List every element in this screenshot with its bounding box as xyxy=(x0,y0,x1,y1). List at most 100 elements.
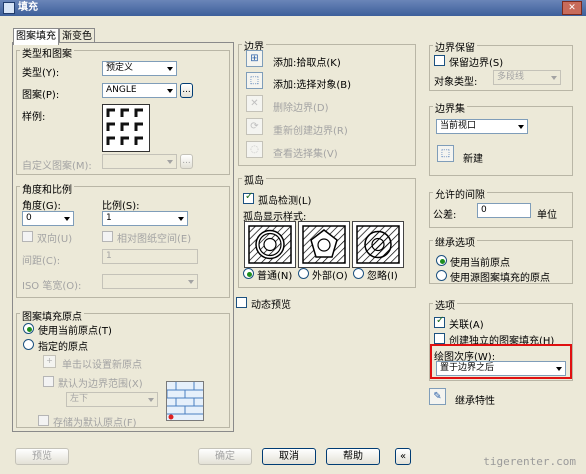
chevron-down-icon xyxy=(148,398,154,402)
angle-value: 0 xyxy=(26,213,32,223)
chevron-down-icon xyxy=(551,76,557,80)
recreate-boundary-button[interactable]: 重新创建边界(R) xyxy=(273,122,348,137)
use-current-origin-radio[interactable] xyxy=(23,323,34,334)
title-bar: 填充 ✕ xyxy=(0,0,586,16)
island-detection-checkbox[interactable] xyxy=(243,191,254,204)
custom-pattern-select[interactable] xyxy=(102,154,177,169)
relative-paper-checkbox[interactable] xyxy=(102,231,113,242)
tab-hatch[interactable]: 图案填充 xyxy=(13,28,59,45)
origin-position-select[interactable]: 左下 xyxy=(66,392,158,407)
dynamic-preview-label: 动态预览 xyxy=(251,300,291,311)
remove-boundaries-icon[interactable]: ✕ xyxy=(246,95,263,112)
specified-origin-label: 指定的原点 xyxy=(38,342,88,353)
gap-tolerance-title: 允许的间隙 xyxy=(433,186,487,201)
retain-boundaries-label: 保留边界(S) xyxy=(449,58,504,69)
view-selection-button[interactable]: 查看选择集(V) xyxy=(273,145,338,160)
add-select-objects-button[interactable]: 添加:选择对象(B) xyxy=(273,76,351,91)
island-outer-icon xyxy=(302,225,346,264)
window-title: 填充 xyxy=(18,2,38,13)
chevron-down-icon xyxy=(64,217,70,221)
boundary-set-value: 当前视口 xyxy=(440,121,477,131)
custom-pattern-label: 自定义图案(M): xyxy=(22,161,92,172)
custom-browse-button[interactable]: ... xyxy=(180,154,193,169)
select-objects-icon[interactable]: ⬚ xyxy=(246,72,263,89)
island-ignore-radio[interactable] xyxy=(353,268,364,279)
specified-origin-radio[interactable] xyxy=(23,339,34,350)
click-set-origin-label: 单击以设置新原点 xyxy=(62,360,142,371)
double-checkbox[interactable] xyxy=(22,231,33,242)
inherit-properties-icon[interactable]: ✎ xyxy=(429,388,446,405)
view-selection-icon[interactable]: ◌ xyxy=(246,141,263,158)
pattern-label: 图案(P): xyxy=(22,90,60,101)
island-ignore-preview[interactable] xyxy=(352,221,404,268)
cancel-button[interactable]: 取消 xyxy=(262,448,316,465)
island-outer-preview[interactable] xyxy=(298,221,350,268)
scale-value: 1 xyxy=(106,213,112,223)
brick-pattern-icon xyxy=(166,382,203,420)
boundary-set-select[interactable]: 当前视口 xyxy=(436,119,528,134)
type-select[interactable]: 预定义 xyxy=(102,61,177,76)
new-boundary-set-icon[interactable]: ⬚ xyxy=(437,145,454,162)
watermark: tigerenter.com xyxy=(483,455,576,468)
sample-label: 样例: xyxy=(22,112,46,123)
relative-paper-label: 相对图纸空间(E) xyxy=(117,234,192,245)
close-button[interactable]: ✕ xyxy=(562,1,582,15)
chevron-down-icon xyxy=(518,125,524,129)
store-default-checkbox[interactable] xyxy=(38,415,49,426)
scale-select[interactable]: 1 xyxy=(102,211,188,226)
boundary-set-title: 边界集 xyxy=(433,100,467,115)
island-normal-icon xyxy=(248,225,292,264)
inherit-properties-button[interactable]: 继承特性 xyxy=(455,392,495,407)
object-type-label: 对象类型: xyxy=(434,77,478,88)
remove-boundaries-button[interactable]: 删除边界(D) xyxy=(273,99,329,114)
crosshair-icon[interactable]: + xyxy=(43,355,56,368)
islands-title: 孤岛 xyxy=(242,172,266,187)
origin-position-value: 左下 xyxy=(70,394,89,404)
chevron-down-icon xyxy=(167,89,173,93)
angle-pattern-icon xyxy=(106,108,143,145)
type-value: 预定义 xyxy=(106,63,134,73)
pattern-select[interactable]: ANGLE xyxy=(102,83,177,98)
boundary-set-group xyxy=(429,106,573,176)
ok-button[interactable]: 确定 xyxy=(198,448,252,465)
use-current-origin-label: 使用当前原点(T) xyxy=(38,326,112,337)
retain-boundaries-checkbox[interactable] xyxy=(434,55,445,66)
angle-label: 角度(G): xyxy=(22,201,61,212)
associative-checkbox[interactable] xyxy=(434,315,445,328)
spacing-input[interactable]: 1 xyxy=(102,249,198,264)
new-boundary-set-button[interactable]: 新建 xyxy=(463,150,483,165)
help-button[interactable]: 帮助 xyxy=(326,448,380,465)
tolerance-input[interactable]: 0 xyxy=(477,203,531,218)
separate-hatches-checkbox[interactable] xyxy=(434,333,445,344)
collapse-button[interactable]: « xyxy=(395,448,411,465)
inherit-current-origin-radio[interactable] xyxy=(436,255,447,266)
island-normal-label: 普通(N) xyxy=(257,271,293,282)
associative-label: 关联(A) xyxy=(449,320,484,331)
island-detection-label: 孤岛检测(L) xyxy=(258,196,312,207)
angle-select[interactable]: 0 xyxy=(22,211,74,226)
pattern-sample[interactable] xyxy=(102,104,150,152)
preview-button[interactable]: 预览 xyxy=(15,448,69,465)
default-boundary-checkbox[interactable] xyxy=(43,376,54,387)
dynamic-preview-checkbox[interactable] xyxy=(236,297,247,308)
object-type-select[interactable]: 多段线 xyxy=(493,70,561,85)
type-pattern-title: 类型和图案 xyxy=(20,45,74,60)
island-normal-radio[interactable] xyxy=(243,268,254,279)
double-label: 双向(U) xyxy=(37,234,73,245)
add-pick-points-button[interactable]: 添加:拾取点(K) xyxy=(273,54,341,69)
chevron-down-icon xyxy=(178,217,184,221)
recreate-boundary-icon[interactable]: ⟳ xyxy=(246,118,263,135)
pick-points-icon[interactable]: ⊞ xyxy=(246,50,263,67)
app-icon xyxy=(3,2,15,14)
default-boundary-label: 默认为边界范围(X) xyxy=(58,379,143,390)
inherit-options-title: 继承选项 xyxy=(433,234,477,249)
inherit-source-origin-radio[interactable] xyxy=(436,270,447,281)
iso-pen-label: ISO 笔宽(O): xyxy=(22,281,82,292)
spacing-label: 间距(C): xyxy=(22,256,61,267)
island-outer-radio[interactable] xyxy=(298,268,309,279)
island-ignore-label: 忽略(I) xyxy=(367,271,398,282)
pattern-browse-button[interactable]: ... xyxy=(180,83,193,98)
inherit-current-origin-label: 使用当前原点 xyxy=(450,258,510,269)
iso-pen-select[interactable] xyxy=(102,274,198,289)
island-normal-preview[interactable] xyxy=(244,221,296,268)
